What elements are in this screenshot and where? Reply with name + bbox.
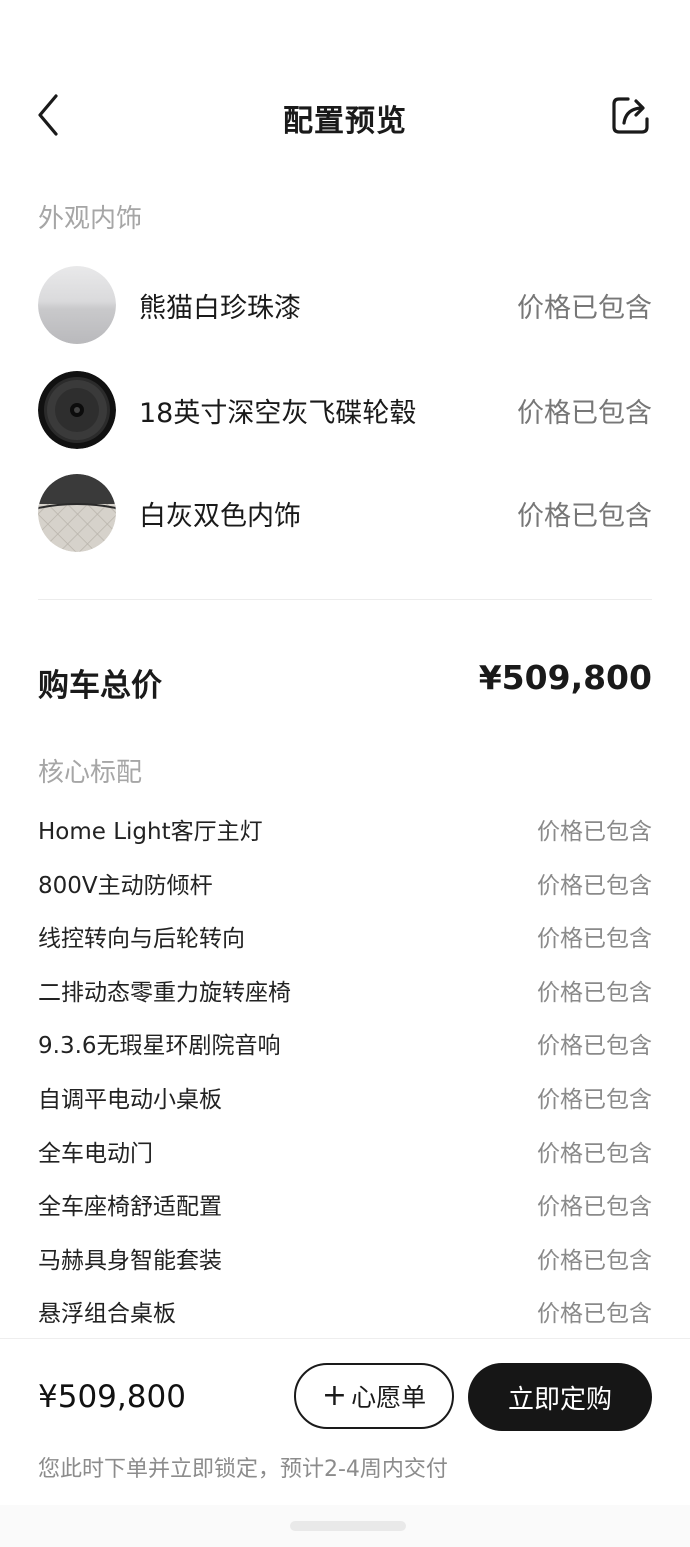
delivery-note: 您此时下单并立即锁定，预计2-4周内交付 xyxy=(38,1457,448,1482)
core-features-section-label: 核心标配 xyxy=(38,758,143,788)
total-price-label: 购车总价 xyxy=(38,668,162,704)
wishlist-label: 心愿单 xyxy=(351,1383,427,1412)
feature-price: 价格已包含 xyxy=(537,1247,652,1274)
feature-name: 马赫具身智能套装 xyxy=(38,1247,222,1274)
feature-price: 价格已包含 xyxy=(537,979,652,1006)
feature-row: Home Light客厅主灯 价格已包含 xyxy=(38,808,652,862)
feature-row: 二排动态零重力旋转座椅 价格已包含 xyxy=(38,969,652,1023)
feature-name: 800V主动防倾杆 xyxy=(38,872,213,899)
order-now-button[interactable]: 立即定购 xyxy=(468,1363,652,1431)
feature-name: 二排动态零重力旋转座椅 xyxy=(38,979,291,1006)
option-row-interior[interactable]: 白灰双色内饰 价格已包含 xyxy=(38,474,652,554)
option-price: 价格已包含 xyxy=(517,398,652,429)
interior-swatch xyxy=(38,474,116,552)
share-button[interactable] xyxy=(608,92,654,138)
feature-row: 全车电动门 价格已包含 xyxy=(38,1130,652,1184)
option-row-paint[interactable]: 熊猫白珍珠漆 价格已包含 xyxy=(38,266,652,346)
total-price-value: ¥509,800 xyxy=(478,658,652,697)
home-indicator[interactable] xyxy=(290,1521,406,1531)
appearance-section-label: 外观内饰 xyxy=(38,204,143,234)
feature-name: 自调平电动小桌板 xyxy=(38,1086,222,1113)
feature-price: 价格已包含 xyxy=(537,1033,652,1060)
feature-price: 价格已包含 xyxy=(537,872,652,899)
wishlist-button[interactable]: + 心愿单 xyxy=(294,1363,454,1429)
feature-row: 全车座椅舒适配置 价格已包含 xyxy=(38,1183,652,1237)
feature-price: 价格已包含 xyxy=(537,1086,652,1113)
feature-name: 线控转向与后轮转向 xyxy=(38,926,245,953)
feature-row: 9.3.6无瑕星环剧院音响 价格已包含 xyxy=(38,1022,652,1076)
feature-price: 价格已包含 xyxy=(537,1301,652,1328)
feature-price: 价格已包含 xyxy=(537,1140,652,1167)
feature-price: 价格已包含 xyxy=(537,1194,652,1221)
section-divider xyxy=(38,599,652,600)
top-nav-bar: 配置预览 xyxy=(0,80,690,150)
feature-name: 全车电动门 xyxy=(38,1140,153,1167)
feature-row: 自调平电动小桌板 价格已包含 xyxy=(38,1076,652,1130)
bottom-action-bar: ¥509,800 + 心愿单 立即定购 您此时下单并立即锁定，预计2-4周内交付 xyxy=(0,1338,690,1547)
feature-name: 悬浮组合桌板 xyxy=(38,1301,176,1328)
feature-row: 线控转向与后轮转向 价格已包含 xyxy=(38,915,652,969)
feature-name: Home Light客厅主灯 xyxy=(38,819,263,845)
plus-icon: + xyxy=(321,1378,348,1413)
option-row-wheel[interactable]: 18英寸深空灰飞碟轮毂 价格已包含 xyxy=(38,371,652,451)
share-icon xyxy=(612,97,649,134)
feature-name: 9.3.6无瑕星环剧院音响 xyxy=(38,1033,281,1060)
option-price: 价格已包含 xyxy=(517,293,652,324)
option-name: 白灰双色内饰 xyxy=(139,501,301,532)
feature-name: 全车座椅舒适配置 xyxy=(38,1194,222,1221)
page-title: 配置预览 xyxy=(283,104,407,139)
option-name: 18英寸深空灰飞碟轮毂 xyxy=(139,398,417,429)
wheel-swatch xyxy=(38,371,116,449)
option-price: 价格已包含 xyxy=(517,501,652,532)
core-feature-list: Home Light客厅主灯 价格已包含 800V主动防倾杆 价格已包含 线控转… xyxy=(38,808,652,1344)
feature-row: 马赫具身智能套装 价格已包含 xyxy=(38,1237,652,1291)
total-price-row: 购车总价 ¥509,800 xyxy=(38,656,652,706)
home-indicator-area xyxy=(0,1505,690,1547)
feature-price: 价格已包含 xyxy=(537,926,652,953)
feature-row: 800V主动防倾杆 价格已包含 xyxy=(38,862,652,916)
option-name: 熊猫白珍珠漆 xyxy=(139,293,301,324)
paint-swatch xyxy=(38,266,116,344)
feature-row: 悬浮组合桌板 价格已包含 xyxy=(38,1290,652,1344)
bottom-total-price: ¥509,800 xyxy=(38,1379,186,1415)
feature-price: 价格已包含 xyxy=(537,819,652,845)
